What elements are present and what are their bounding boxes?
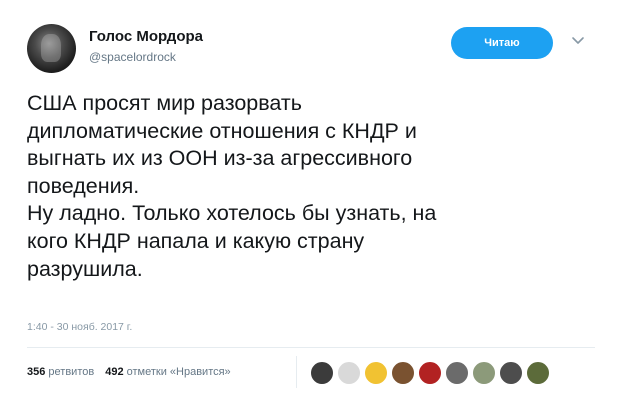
retweets-label: ретвитов — [48, 366, 95, 378]
liker-avatar-5[interactable] — [418, 361, 442, 385]
tweet-text: США просят мир разорвать дипломатические… — [27, 91, 437, 281]
stats-separator — [296, 356, 297, 388]
chevron-down-icon[interactable] — [571, 34, 585, 48]
liker-avatar-8[interactable] — [499, 361, 523, 385]
follow-button[interactable]: Читаю — [451, 27, 553, 59]
author-avatar[interactable] — [27, 24, 76, 73]
liker-avatar-3[interactable] — [364, 361, 388, 385]
tweet-stats: 356 ретвитов 492 отметки «Нравится» — [27, 366, 231, 378]
liker-avatar-6[interactable] — [445, 361, 469, 385]
avatar-image — [41, 34, 61, 62]
liker-avatar-9[interactable] — [526, 361, 550, 385]
divider — [27, 347, 595, 348]
retweets-count: 356 — [27, 366, 46, 378]
liker-avatar-4[interactable] — [391, 361, 415, 385]
likes-label: отметки «Нравится» — [126, 366, 231, 378]
likes-stat[interactable]: 492 отметки «Нравится» — [105, 366, 230, 378]
tweet-timestamp[interactable]: 1:40 - 30 нояб. 2017 г. — [27, 321, 132, 333]
liker-avatar-1[interactable] — [310, 361, 334, 385]
author-username[interactable]: @spacelordrock — [89, 50, 176, 64]
liker-avatar-7[interactable] — [472, 361, 496, 385]
likes-count: 492 — [105, 366, 124, 378]
retweets-stat[interactable]: 356 ретвитов — [27, 366, 94, 378]
author-display-name[interactable]: Голос Мордора — [89, 28, 203, 45]
liker-avatar-2[interactable] — [337, 361, 361, 385]
